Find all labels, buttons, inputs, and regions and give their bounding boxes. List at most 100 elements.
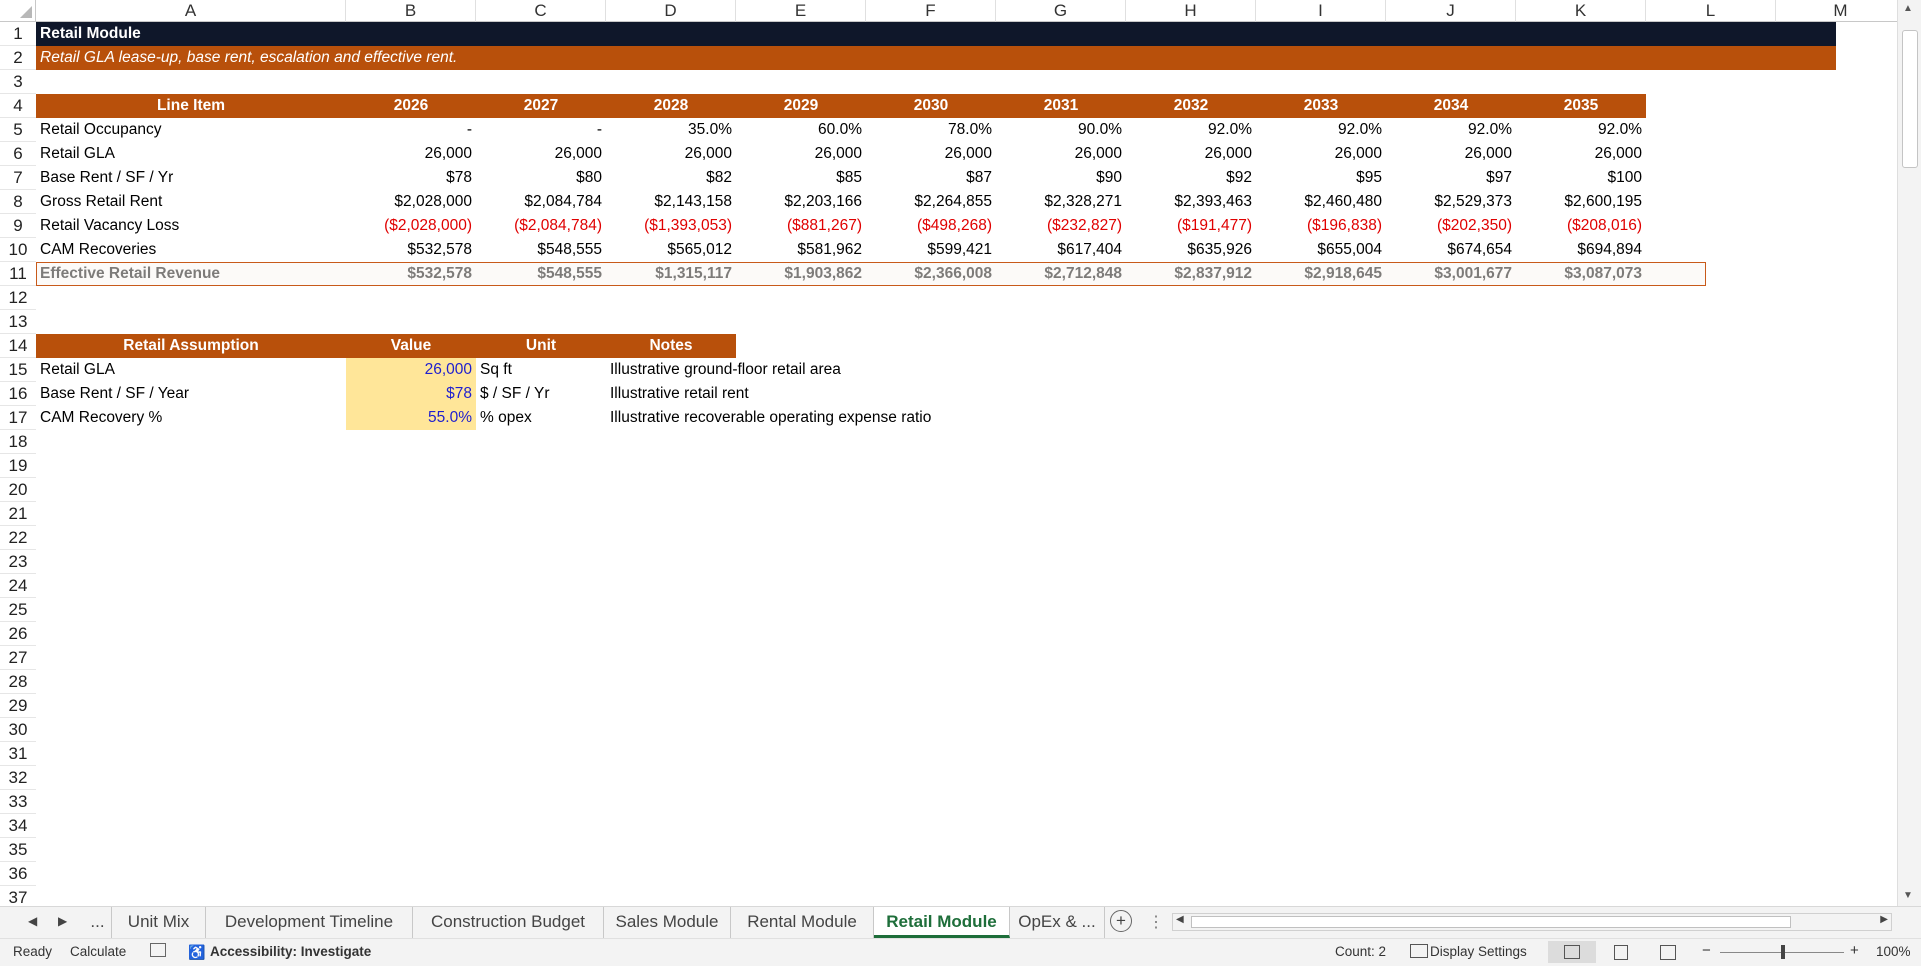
- header-year[interactable]: 2027: [476, 94, 606, 118]
- assumption-header[interactable]: Notes: [606, 334, 736, 358]
- row-header[interactable]: 25: [0, 598, 36, 622]
- value-cell[interactable]: 92.0%: [1256, 118, 1386, 142]
- value-cell[interactable]: -: [476, 118, 606, 142]
- row-header[interactable]: 9: [0, 214, 36, 238]
- row-header[interactable]: 6: [0, 142, 36, 166]
- header-year[interactable]: 2033: [1256, 94, 1386, 118]
- value-cell[interactable]: $655,004: [1256, 238, 1386, 262]
- display-settings-icon[interactable]: [1410, 944, 1428, 958]
- row-header[interactable]: 23: [0, 550, 36, 574]
- prev-sheet-icon[interactable]: ◀: [28, 914, 37, 928]
- assumption-label[interactable]: CAM Recovery %: [36, 406, 346, 430]
- row-header[interactable]: 28: [0, 670, 36, 694]
- sheet-tab[interactable]: Sales Module: [604, 907, 731, 938]
- value-cell[interactable]: $532,578: [346, 238, 476, 262]
- value-cell[interactable]: 26,000: [606, 142, 736, 166]
- assumption-header[interactable]: Retail Assumption: [36, 334, 346, 358]
- column-header-C[interactable]: C: [476, 0, 606, 22]
- page-layout-icon[interactable]: [1614, 945, 1628, 960]
- value-cell[interactable]: $85: [736, 166, 866, 190]
- value-cell[interactable]: $90: [996, 166, 1126, 190]
- header-year[interactable]: 2030: [866, 94, 996, 118]
- row-header[interactable]: 13: [0, 310, 36, 334]
- row-header[interactable]: 22: [0, 526, 36, 550]
- value-cell[interactable]: ($202,350): [1386, 214, 1516, 238]
- zoom-slider-thumb[interactable]: [1781, 945, 1785, 959]
- sheet-tab[interactable]: Retail Module: [874, 907, 1010, 938]
- value-cell[interactable]: $2,712,848: [996, 262, 1126, 286]
- row-header[interactable]: 10: [0, 238, 36, 262]
- column-header-D[interactable]: D: [606, 0, 736, 22]
- row-header[interactable]: 32: [0, 766, 36, 790]
- assumption-note[interactable]: Illustrative retail rent: [606, 382, 1106, 406]
- value-cell[interactable]: $92: [1126, 166, 1256, 190]
- value-cell[interactable]: $674,654: [1386, 238, 1516, 262]
- value-cell[interactable]: $548,555: [476, 238, 606, 262]
- row-header[interactable]: 14: [0, 334, 36, 358]
- value-cell[interactable]: ($196,838): [1256, 214, 1386, 238]
- macro-recording-icon[interactable]: [150, 943, 166, 957]
- row-label[interactable]: CAM Recoveries: [36, 238, 346, 262]
- horizontal-scroll-thumb[interactable]: [1191, 916, 1791, 928]
- value-cell[interactable]: ($2,028,000): [346, 214, 476, 238]
- value-cell[interactable]: $2,393,463: [1126, 190, 1256, 214]
- row-header[interactable]: 4: [0, 94, 36, 118]
- assumption-unit[interactable]: % opex: [476, 406, 606, 430]
- row-header[interactable]: 33: [0, 790, 36, 814]
- display-settings-button[interactable]: Display Settings: [1430, 944, 1527, 959]
- assumption-header[interactable]: Unit: [476, 334, 606, 358]
- column-header-B[interactable]: B: [346, 0, 476, 22]
- value-cell[interactable]: 26,000: [346, 142, 476, 166]
- page-break-icon[interactable]: [1660, 945, 1676, 960]
- value-cell[interactable]: 26,000: [996, 142, 1126, 166]
- assumption-unit[interactable]: $ / SF / Yr: [476, 382, 606, 406]
- row-header[interactable]: 15: [0, 358, 36, 382]
- sheet-tab[interactable]: OpEx & ...: [1010, 907, 1105, 938]
- header-year[interactable]: 2034: [1386, 94, 1516, 118]
- value-cell[interactable]: $2,028,000: [346, 190, 476, 214]
- value-cell[interactable]: 26,000: [1256, 142, 1386, 166]
- assumption-note[interactable]: Illustrative recoverable operating expen…: [606, 406, 1106, 430]
- zoom-level[interactable]: 100%: [1876, 944, 1911, 959]
- header-year[interactable]: 2029: [736, 94, 866, 118]
- value-cell[interactable]: ($232,827): [996, 214, 1126, 238]
- value-cell[interactable]: $2,084,784: [476, 190, 606, 214]
- value-cell[interactable]: 26,000: [1126, 142, 1256, 166]
- column-header-K[interactable]: K: [1516, 0, 1646, 22]
- value-cell[interactable]: -: [346, 118, 476, 142]
- sheet-tab[interactable]: Rental Module: [731, 907, 874, 938]
- row-label[interactable]: Retail GLA: [36, 142, 346, 166]
- accessibility-icon[interactable]: ♿: [188, 944, 205, 961]
- value-cell[interactable]: $82: [606, 166, 736, 190]
- header-line-item[interactable]: Line Item: [36, 94, 346, 118]
- value-cell[interactable]: 90.0%: [996, 118, 1126, 142]
- row-header[interactable]: 2: [0, 46, 36, 70]
- value-cell[interactable]: 26,000: [1386, 142, 1516, 166]
- sheet-tab[interactable]: Construction Budget: [413, 907, 604, 938]
- row-header[interactable]: 16: [0, 382, 36, 406]
- value-cell[interactable]: ($881,267): [736, 214, 866, 238]
- row-header[interactable]: 31: [0, 742, 36, 766]
- value-cell[interactable]: $2,366,008: [866, 262, 996, 286]
- row-label[interactable]: Gross Retail Rent: [36, 190, 346, 214]
- row-header[interactable]: 5: [0, 118, 36, 142]
- more-sheets-button[interactable]: ...: [84, 907, 112, 938]
- row-header[interactable]: 30: [0, 718, 36, 742]
- assumption-input[interactable]: 55.0%: [346, 406, 476, 430]
- add-sheet-icon[interactable]: +: [1110, 910, 1132, 932]
- sheet-title[interactable]: Retail Module: [36, 22, 1836, 46]
- row-label[interactable]: Base Rent / SF / Yr: [36, 166, 346, 190]
- value-cell[interactable]: $2,918,645: [1256, 262, 1386, 286]
- value-cell[interactable]: $2,529,373: [1386, 190, 1516, 214]
- column-header-F[interactable]: F: [866, 0, 996, 22]
- value-cell[interactable]: $2,143,158: [606, 190, 736, 214]
- row-header[interactable]: 1: [0, 22, 36, 46]
- column-header-A[interactable]: A: [36, 0, 346, 22]
- assumption-label[interactable]: Base Rent / SF / Year: [36, 382, 346, 406]
- worksheet-grid[interactable]: ABCDEFGHIJKLM 1 2 3 4 5 6 7 8 9 10 11 12 13 14 15 16 17 1…: [0, 0, 1921, 906]
- row-header[interactable]: 20: [0, 478, 36, 502]
- value-cell[interactable]: $2,264,855: [866, 190, 996, 214]
- value-cell[interactable]: $87: [866, 166, 996, 190]
- header-year[interactable]: 2031: [996, 94, 1126, 118]
- select-all-corner[interactable]: [0, 0, 36, 22]
